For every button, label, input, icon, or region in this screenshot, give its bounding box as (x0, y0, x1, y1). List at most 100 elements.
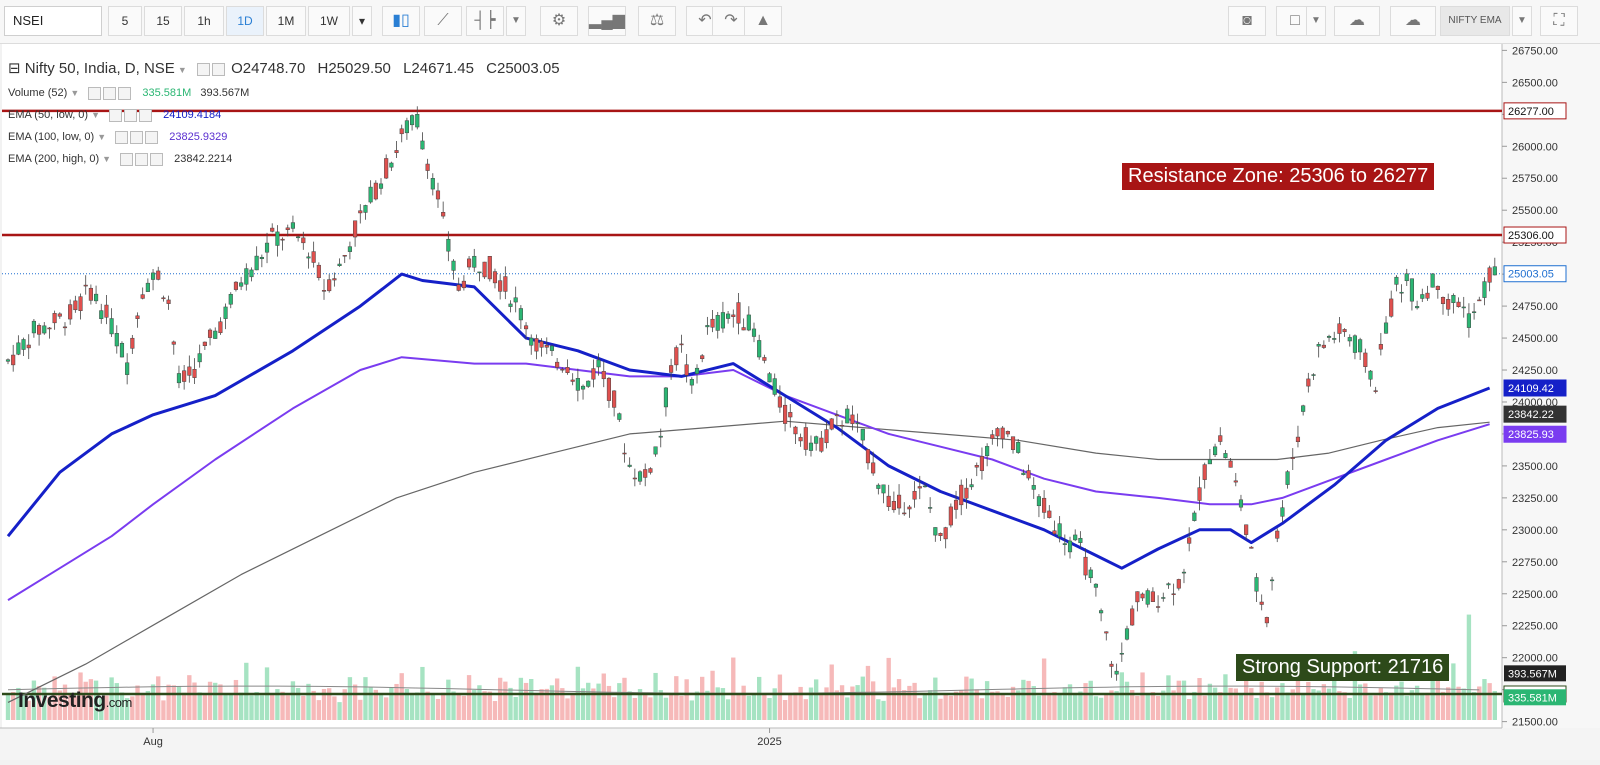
volume-bar (301, 695, 306, 720)
candle-body (135, 315, 140, 319)
volume-bar (725, 699, 731, 720)
candle-body (974, 465, 979, 468)
visibility-icon[interactable] (196, 62, 210, 76)
volume-bar (570, 695, 575, 720)
gear-icon[interactable]: ⚙ (540, 6, 578, 36)
candles-icon[interactable]: ▮▯ (382, 6, 420, 36)
close-icon[interactable] (118, 86, 132, 100)
chevron-down-icon[interactable]: ▼ (97, 132, 106, 142)
candle-body (1000, 427, 1005, 440)
candle-body (798, 437, 803, 442)
candle-body (321, 290, 327, 292)
candle-body (710, 318, 715, 328)
volume-bar (850, 686, 855, 720)
ema100-value: 23825.9329 (169, 131, 228, 143)
settings-icon[interactable] (135, 152, 149, 166)
alert-icon[interactable]: ▲ (744, 6, 782, 36)
collapse-icon[interactable]: ⊟ (8, 60, 21, 77)
camera-icon[interactable]: ◙ (1228, 6, 1266, 36)
interval-1m-button[interactable]: 1M (266, 6, 306, 36)
candle-body (285, 227, 290, 230)
y-tick-label: 22500.00 (1512, 589, 1558, 601)
candle-body (819, 437, 824, 452)
candle-body (1378, 344, 1383, 350)
fullscreen-icon[interactable]: ⛶ (1540, 6, 1578, 36)
visibility-icon[interactable] (88, 86, 102, 100)
candle-body (290, 222, 295, 229)
chevron-down-icon[interactable]: ▼ (91, 110, 100, 120)
volume-bar (736, 693, 741, 720)
candle-body (1259, 601, 1264, 605)
candle-body (171, 341, 176, 345)
chevron-down-icon[interactable]: ▼ (506, 6, 526, 36)
candle-body (1233, 480, 1238, 483)
volume-bar (694, 691, 700, 720)
close-icon[interactable] (139, 108, 153, 122)
volume-bar (1067, 684, 1073, 720)
candle-body (612, 390, 617, 408)
interval-more-button[interactable]: ▾ (352, 6, 372, 36)
interval-1d-button[interactable]: 1D (226, 6, 264, 36)
volume-bar (1093, 696, 1099, 720)
candle-body (467, 258, 472, 268)
candle-body (1202, 464, 1207, 480)
volume-value-1: 335.581M (142, 87, 192, 99)
candle-body (658, 435, 663, 438)
close-icon[interactable] (150, 152, 164, 166)
candle-body (803, 427, 808, 450)
close-icon[interactable] (145, 130, 159, 144)
volume-bar (855, 685, 860, 720)
volume-bar (207, 681, 213, 720)
volume-bar (601, 673, 606, 720)
cloud-upload-icon[interactable]: ☁ (1390, 6, 1436, 36)
indicators-icon[interactable]: ▂▄▆ (588, 6, 626, 36)
line-chart-icon[interactable]: ⟋ (424, 6, 462, 36)
volume-bar (1192, 691, 1197, 720)
volume-bar (259, 695, 265, 720)
candle-body (1176, 579, 1181, 589)
interval-1h-button[interactable]: 1h (184, 6, 224, 36)
interval-5-button[interactable]: 5 (108, 6, 142, 36)
candle-body (637, 471, 643, 482)
volume-bar (1275, 687, 1280, 720)
x-tick-label: 2025 (757, 736, 781, 748)
volume-bar (477, 685, 482, 720)
balance-icon[interactable]: ⚖ (638, 6, 676, 36)
visibility-icon[interactable] (109, 108, 123, 122)
volume-bar (11, 691, 16, 720)
volume-bar (1420, 692, 1425, 720)
candle-body (1031, 485, 1036, 490)
settings-icon[interactable] (103, 86, 117, 100)
volume-bar (1389, 692, 1394, 720)
candle-body (26, 344, 31, 349)
volume-bar (508, 687, 513, 720)
chevron-down-icon[interactable]: ▼ (1512, 6, 1532, 36)
candle-body (943, 527, 948, 540)
settings-icon[interactable] (130, 130, 144, 144)
candle-body (534, 338, 539, 352)
volume-bar (668, 694, 674, 720)
ema100-axis-label: 23825.93 (1508, 429, 1554, 441)
y-tick-label: 26750.00 (1512, 45, 1558, 57)
chevron-down-icon[interactable]: ▼ (102, 154, 111, 164)
chevron-down-icon[interactable]: ▼ (70, 88, 79, 98)
volume-bar (156, 676, 161, 720)
candle-body (1104, 631, 1109, 634)
candle-body (353, 220, 358, 238)
cloud-download-icon[interactable]: ☁ (1334, 6, 1380, 36)
interval-1w-button[interactable]: 1W (308, 6, 350, 36)
visibility-icon[interactable] (115, 130, 129, 144)
candle-body (1119, 653, 1124, 655)
chevron-down-icon[interactable]: ▼ (178, 65, 187, 75)
symbol-input[interactable]: NSEI (4, 6, 102, 36)
settings-icon[interactable] (211, 62, 225, 76)
chevron-down-icon[interactable]: ▼ (1306, 6, 1326, 36)
visibility-icon[interactable] (120, 152, 134, 166)
settings-icon[interactable] (124, 108, 138, 122)
interval-15-button[interactable]: 15 (144, 6, 182, 36)
indicator-template-button[interactable]: NIFTY EMA (1440, 6, 1510, 36)
candle-body (239, 282, 244, 287)
candle-body (549, 345, 555, 351)
bar-chart-icon[interactable]: ┤┝ (466, 6, 504, 36)
volume-bar (943, 694, 948, 720)
